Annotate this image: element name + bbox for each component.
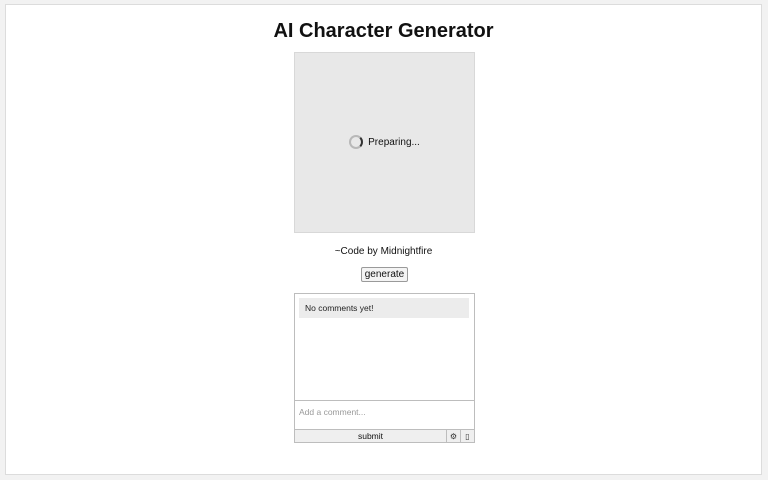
page-title: AI Character Generator — [273, 20, 494, 42]
loading-indicator: Preparing... — [295, 135, 474, 149]
comment-toolbar: submit ⚙ ▯ — [295, 429, 474, 442]
comment-input[interactable]: Add a comment... — [295, 400, 474, 430]
generate-button[interactable]: generate — [361, 267, 408, 282]
submit-button[interactable]: submit — [295, 430, 447, 442]
spinner-icon — [349, 135, 364, 149]
empty-comments-message: No comments yet! — [299, 298, 469, 318]
character-preview: Preparing... — [294, 52, 475, 233]
comments-panel: No comments yet! Add a comment... submit… — [294, 293, 475, 443]
loading-text: Preparing... — [368, 136, 420, 148]
credit-text: ~Code by Midnightfire — [334, 246, 433, 257]
page-container: AI Character Generator Preparing... ~Cod… — [5, 4, 762, 475]
options-icon[interactable]: ▯ — [461, 430, 474, 442]
settings-icon[interactable]: ⚙ — [447, 430, 461, 442]
